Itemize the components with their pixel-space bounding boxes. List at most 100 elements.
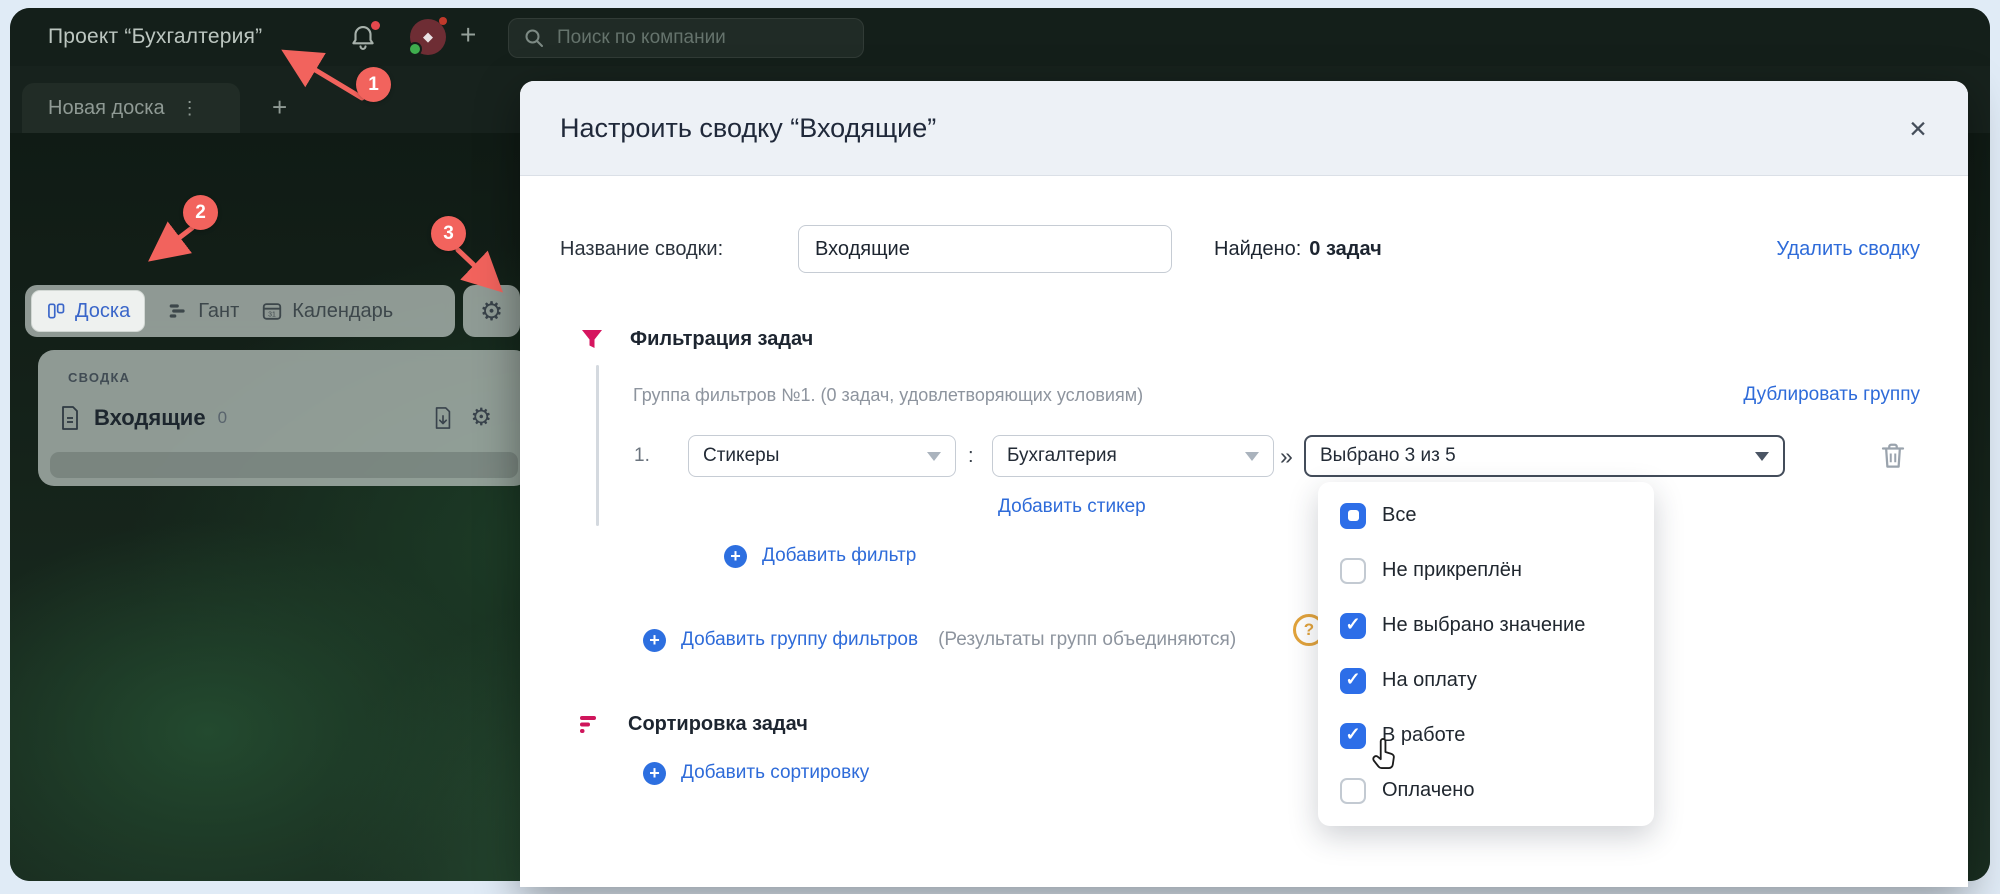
notifications-button[interactable] [348, 21, 380, 52]
summary-settings-gear-icon[interactable]: ⚙ [470, 406, 492, 430]
option-paid[interactable]: Оплачено [1318, 763, 1654, 818]
option-in-progress[interactable]: В работе [1318, 708, 1654, 763]
add-sort-label: Добавить сортировку [681, 762, 870, 783]
funnel-icon [582, 330, 602, 348]
board-tab[interactable]: Новая доска ⋮ [22, 83, 240, 133]
gantt-view-icon [169, 304, 185, 318]
add-filter-label: Добавить фильтр [762, 545, 917, 566]
add-filter-group-button[interactable]: Добавить группу фильтров (Результаты гру… [643, 625, 1236, 655]
checkbox[interactable] [1340, 777, 1366, 804]
document-icon [62, 406, 78, 430]
checkbox[interactable] [1340, 557, 1366, 584]
plus-circle-icon [724, 544, 747, 568]
notification-dot [371, 21, 380, 30]
separator-colon: : [968, 444, 974, 467]
svg-text:31: 31 [268, 312, 276, 319]
board-settings-button[interactable]: ⚙ [463, 285, 520, 337]
gear-icon: ⚙ [479, 296, 504, 326]
checkbox[interactable] [1340, 502, 1366, 529]
search-input[interactable]: Поиск по компании [508, 18, 864, 58]
filter-section-title: Фильтрация задач [630, 327, 814, 350]
filter-row-index: 1. [634, 445, 650, 466]
summary-name-row: Название сводки: Найдено: 0 задач Удалит… [520, 225, 1968, 273]
sort-section-header: Сортировка задач [578, 710, 808, 738]
add-sticker-row: Добавить стикер [998, 493, 1146, 521]
filter-condition-row: 1. Стикеры : Бухгалтерия » Выбрано 3 из … [520, 435, 1968, 477]
group-union-note: (Результаты групп объединяются) [938, 629, 1237, 650]
sticker-dropdown[interactable]: Бухгалтерия [992, 435, 1274, 477]
summary-title: Входящие [94, 405, 206, 430]
sort-icon [580, 716, 596, 733]
project-title[interactable]: Проект “Бухгалтерия” [48, 25, 262, 49]
add-filter-button[interactable]: Добавить фильтр [724, 541, 916, 571]
modal-title: Настроить сводку “Входящие” [560, 113, 937, 143]
online-status-dot [408, 42, 422, 56]
modal-header: Настроить сводку “Входящие” ✕ [520, 81, 1968, 176]
add-space-button[interactable]: + [460, 20, 476, 50]
found-value: 0 задач [1309, 237, 1382, 260]
option-no-value[interactable]: Не выбрано значение [1318, 598, 1654, 653]
filter-field-dropdown[interactable]: Стикеры [688, 435, 956, 477]
filter-group-label: Группа фильтров №1. (0 задач, удовлетвор… [633, 384, 1144, 405]
tab-calendar-label: Календарь [292, 299, 394, 322]
option-not-attached[interactable]: Не прикреплён [1318, 543, 1654, 598]
values-dropdown[interactable]: Выбрано 3 из 5 [1304, 435, 1785, 477]
option-all[interactable]: Все [1318, 488, 1654, 543]
board-tab-menu-icon[interactable]: ⋮ [181, 98, 199, 119]
found-count: Найдено: 0 задач [1214, 225, 1382, 273]
filter-field-value: Стикеры [703, 445, 780, 466]
chevron-down-icon [927, 451, 941, 461]
values-dropdown-panel: Все Не прикреплён Не выбрано значение На… [1318, 482, 1654, 826]
tab-board-label: Доска [75, 299, 131, 322]
search-icon [525, 29, 543, 47]
avatar[interactable]: ◆ [408, 17, 447, 56]
summary-type-label: СВОДКА [68, 370, 131, 385]
add-sort-button[interactable]: Добавить сортировку [643, 758, 869, 788]
summary-column-strip [50, 452, 518, 478]
separator-guillemet: » [1280, 442, 1293, 469]
summary-name-input[interactable] [798, 225, 1172, 273]
add-sticker-link[interactable]: Добавить стикер [998, 496, 1146, 518]
filter-section-header: Фильтрация задач [580, 325, 813, 353]
annotation-badge-1: 1 [356, 67, 391, 102]
sticker-value: Бухгалтерия [1007, 445, 1117, 466]
avatar-logo-icon: ◆ [423, 29, 433, 44]
summary-name-label: Название сводки: [560, 237, 724, 260]
found-label: Найдено: [1214, 237, 1302, 260]
checkbox[interactable] [1340, 667, 1366, 694]
calendar-view-icon: 31 [263, 303, 282, 320]
checkbox[interactable] [1340, 612, 1366, 639]
export-document-icon[interactable] [432, 405, 454, 431]
tab-gantt-view[interactable]: Гант [167, 300, 239, 323]
tab-gantt-label: Гант [198, 299, 240, 322]
tab-calendar-view[interactable]: 31 Календарь [261, 300, 393, 323]
page: Проект “Бухгалтерия” ◆ + Поиск по компан… [0, 0, 2000, 894]
view-switcher: Доска Гант 31 Календарь [25, 285, 455, 337]
trash-icon[interactable] [1878, 441, 1908, 471]
avatar-badge-dot [439, 17, 447, 25]
search-placeholder: Поиск по компании [557, 27, 726, 48]
summary-settings-modal: Настроить сводку “Входящие” ✕ Название с… [520, 81, 1968, 887]
filter-group-row: Группа фильтров №1. (0 задач, удовлетвор… [520, 381, 1968, 409]
values-dropdown-value: Выбрано 3 из 5 [1320, 445, 1456, 466]
plus-circle-icon [643, 628, 666, 652]
board-view-icon [48, 303, 65, 319]
add-board-button[interactable]: + [272, 92, 287, 123]
add-group-label: Добавить группу фильтров [681, 629, 919, 650]
board-tab-title: Новая доска [48, 96, 165, 119]
option-for-payment[interactable]: На оплату [1318, 653, 1654, 708]
plus-circle-icon [643, 761, 666, 785]
summary-panel: СВОДКА Входящие 0 ⚙ [38, 350, 530, 486]
summary-count: 0 [217, 408, 228, 427]
delete-summary-link[interactable]: Удалить сводку [1776, 225, 1920, 273]
chevron-down-icon [1245, 451, 1259, 461]
close-icon[interactable]: ✕ [1900, 111, 1936, 147]
checkbox[interactable] [1340, 722, 1366, 749]
top-bar: Проект “Бухгалтерия” [10, 8, 1990, 66]
summary-row[interactable]: Входящие 0 ⚙ [58, 400, 510, 436]
tab-board-view[interactable]: Доска [31, 290, 146, 332]
sort-section-title: Сортировка задач [628, 712, 808, 735]
chevron-down-icon [1755, 451, 1769, 461]
duplicate-group-link[interactable]: Дублировать группу [1743, 381, 1920, 409]
annotation-badge-3: 3 [431, 216, 466, 251]
